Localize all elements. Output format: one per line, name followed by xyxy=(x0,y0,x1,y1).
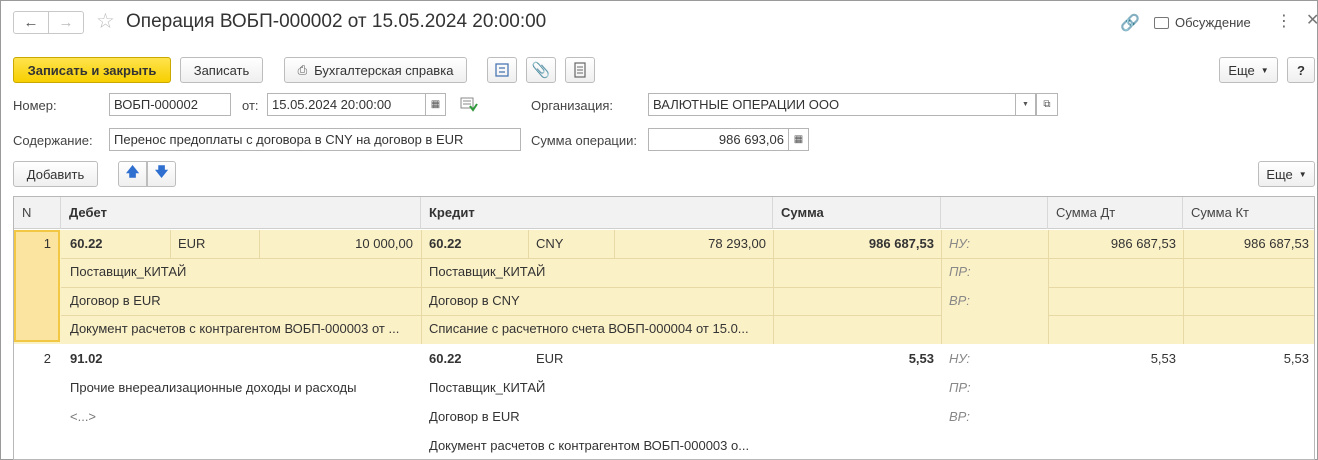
credit-currency[interactable]: CNY xyxy=(536,236,563,251)
table-header: N Дебет Кредит Сумма Сумма Дт Сумма Кт xyxy=(14,197,1314,229)
arrow-right-icon: → xyxy=(58,14,74,31)
entries-table: N Дебет Кредит Сумма Сумма Дт Сумма Кт 1… xyxy=(13,196,1315,460)
row-number: 2 xyxy=(43,351,51,366)
debit-subconto-3[interactable]: Документ расчетов с контрагентом ВОБП-00… xyxy=(70,321,415,336)
sum-kt[interactable]: 5,53 xyxy=(1183,351,1309,366)
back-button[interactable]: ← xyxy=(13,11,49,34)
organization-label: Организация: xyxy=(531,98,614,113)
credit-subconto-1[interactable]: Поставщик_КИТАЙ xyxy=(429,264,769,279)
column-header-sum[interactable]: Сумма xyxy=(773,197,941,229)
chat-bubble-icon xyxy=(1154,16,1169,29)
debit-currency-sum[interactable]: 10 000,00 xyxy=(259,236,413,251)
column-header-n[interactable]: N xyxy=(14,197,61,229)
accounting-note-label: Бухгалтерская справка xyxy=(314,62,454,78)
column-header-credit[interactable]: Кредит xyxy=(421,197,773,229)
printer-icon: ⎙ xyxy=(297,62,308,77)
tax-vr-label: ВР: xyxy=(949,293,970,308)
page-title: Операция ВОБП-000002 от 15.05.2024 20:00… xyxy=(126,11,547,32)
credit-currency-sum[interactable]: 78 293,00 xyxy=(614,236,766,251)
arrow-down-icon: 🡇 xyxy=(154,164,169,179)
operation-sum-field[interactable]: 986 693,06 xyxy=(648,128,789,151)
row-number: 1 xyxy=(43,236,51,251)
date-label: от: xyxy=(242,98,259,113)
debit-subconto-2[interactable]: Договор в EUR xyxy=(70,293,415,308)
move-down-button[interactable]: 🡇 xyxy=(147,161,176,187)
arrow-left-icon: ← xyxy=(23,14,39,31)
content-label: Содержание: xyxy=(13,133,93,148)
column-header-sum-dt[interactable]: Сумма Дт xyxy=(1048,197,1183,229)
table-more-label: Еще xyxy=(1266,166,1293,182)
date-field[interactable]: 15.05.2024 20:00:00 xyxy=(267,93,426,116)
open-form-icon: ⧉ xyxy=(1043,99,1051,110)
number-label: Номер: xyxy=(13,98,57,113)
number-field[interactable]: ВОБП-000002 xyxy=(109,93,231,116)
credit-subconto-2[interactable]: Договор в CNY xyxy=(429,293,769,308)
save-and-close-button[interactable]: Записать и закрыть xyxy=(13,57,171,83)
column-header-sum-kt[interactable]: Сумма Кт xyxy=(1183,197,1314,229)
credit-account[interactable]: 60.22 xyxy=(429,351,462,366)
debit-currency[interactable]: EUR xyxy=(178,236,205,251)
discuss-button[interactable]: Обсуждение xyxy=(1154,15,1251,30)
debit-subconto-2[interactable]: <...> xyxy=(70,409,415,424)
attach-button[interactable]: 📎 xyxy=(526,57,556,83)
star-icon[interactable]: ☆ xyxy=(96,9,115,34)
operation-sum-label: Сумма операции: xyxy=(531,133,637,148)
calendar-icon: ▦ xyxy=(430,99,441,110)
caret-down-icon: ▼ xyxy=(1298,169,1307,179)
sum-dt[interactable]: 986 687,53 xyxy=(1048,236,1176,251)
column-header-debit[interactable]: Дебет xyxy=(61,197,421,229)
organization-dropdown-button[interactable]: ▼ xyxy=(1016,93,1036,116)
calculator-icon: ▦ xyxy=(793,134,804,145)
hierarchy-icon xyxy=(495,63,509,77)
help-button[interactable]: ? xyxy=(1287,57,1315,83)
arrow-up-icon: 🡅 xyxy=(125,164,140,179)
tax-nu-label: НУ: xyxy=(949,236,971,251)
debit-subconto-1[interactable]: Поставщик_КИТАЙ xyxy=(70,264,415,279)
table-more-button[interactable]: Еще ▼ xyxy=(1258,161,1315,187)
organization-field[interactable]: ВАЛЮТНЫЕ ОПЕРАЦИИ ООО xyxy=(648,93,1016,116)
column-header-tax-type[interactable] xyxy=(941,197,1048,229)
add-row-button[interactable]: Добавить xyxy=(13,161,98,187)
debit-account[interactable]: 60.22 xyxy=(70,236,103,251)
entry-sum[interactable]: 986 687,53 xyxy=(773,236,934,251)
document-list-icon xyxy=(574,62,586,78)
debit-subconto-1[interactable]: Прочие внереализационные доходы и расход… xyxy=(70,380,415,395)
credit-subconto-1[interactable]: Поставщик_КИТАЙ xyxy=(429,380,769,395)
entry-sum[interactable]: 5,53 xyxy=(773,351,934,366)
debit-account[interactable]: 91.02 xyxy=(70,351,103,366)
tax-vr-label: ВР: xyxy=(949,409,970,424)
discuss-label: Обсуждение xyxy=(1175,15,1251,30)
sum-dt[interactable]: 5,53 xyxy=(1048,351,1176,366)
more-label: Еще xyxy=(1228,62,1255,78)
caret-down-icon: ▼ xyxy=(1260,65,1269,75)
tax-pr-label: ПР: xyxy=(949,264,971,279)
post-status-icon[interactable] xyxy=(460,96,478,112)
forward-button[interactable]: → xyxy=(48,11,84,34)
tax-nu-label: НУ: xyxy=(949,351,971,366)
credit-subconto-3[interactable]: Списание с расчетного счета ВОБП-000004 … xyxy=(429,321,769,336)
sum-kt[interactable]: 986 687,53 xyxy=(1183,236,1309,251)
organization-open-button[interactable]: ⧉ xyxy=(1036,93,1058,116)
more-button[interactable]: Еще ▼ xyxy=(1219,57,1278,83)
paperclip-icon: 📎 xyxy=(531,62,551,79)
content-field[interactable]: Перенос предоплаты с договора в CNY на д… xyxy=(109,128,521,151)
calculator-button[interactable]: ▦ xyxy=(789,128,809,151)
tax-pr-label: ПР: xyxy=(949,380,971,395)
credit-currency[interactable]: EUR xyxy=(536,351,563,366)
credit-account[interactable]: 60.22 xyxy=(429,236,462,251)
kebab-icon[interactable]: ⋮ xyxy=(1276,11,1292,31)
save-button[interactable]: Записать xyxy=(180,57,263,83)
caret-down-icon: ▼ xyxy=(1022,101,1029,108)
structure-button[interactable] xyxy=(487,57,517,83)
credit-subconto-3[interactable]: Документ расчетов с контрагентом ВОБП-00… xyxy=(429,438,769,453)
close-icon[interactable]: ✕ xyxy=(1306,10,1318,30)
move-up-button[interactable]: 🡅 xyxy=(118,161,147,187)
credit-subconto-2[interactable]: Договор в EUR xyxy=(429,409,769,424)
link-icon[interactable]: 🔗 xyxy=(1120,13,1140,33)
list-button[interactable] xyxy=(565,57,595,83)
accounting-note-button[interactable]: ⎙ Бухгалтерская справка xyxy=(284,57,467,83)
calendar-button[interactable]: ▦ xyxy=(426,93,446,116)
